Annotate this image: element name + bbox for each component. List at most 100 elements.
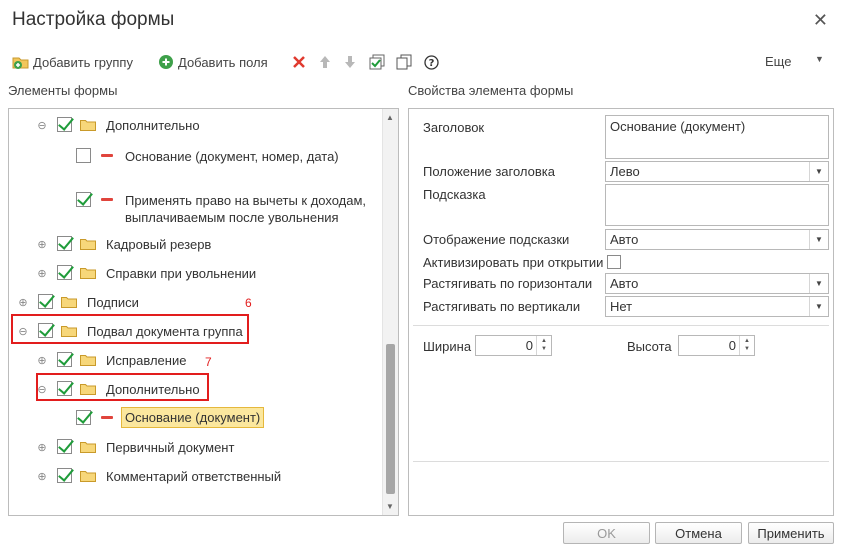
scroll-down-icon[interactable]: ▼ [386,502,394,511]
field-icon [101,198,113,201]
heading-position-value: Лево [610,164,640,179]
properties-panel: Заголовок Основание (документ) Положение… [408,108,834,516]
tree-row-label: Основание (документ, номер, дата) [125,149,339,164]
tree-row-label: Кадровый резерв [106,237,212,252]
annotation-box-6 [11,314,249,344]
move-down-icon[interactable] [340,52,360,72]
spinner-buttons[interactable]: ▲ ▼ [739,336,754,355]
tree-row-checkbox[interactable] [57,468,72,483]
annotation-marker-6: 6 [245,296,252,310]
ok-button[interactable]: OK [563,522,650,544]
apply-button[interactable]: Применить [748,522,834,544]
toolbar: Добавить группу Добавить поля ? Еще ▼ [0,50,842,74]
stretch-h-label: Растягивать по горизонтали [423,276,593,291]
heading-label: Заголовок [423,120,485,135]
window-title: Настройка формы [12,9,175,30]
dropdown-icon[interactable]: ▼ [809,162,828,181]
folder-icon [80,120,96,131]
form-elements-tree[interactable]: ⊖ Дополнительно Основание (документ, ном… [8,108,399,516]
scroll-up-icon[interactable]: ▲ [386,113,394,122]
check-all-icon[interactable] [367,52,387,72]
expand-icon[interactable]: ⊕ [37,470,47,484]
expand-icon[interactable]: ⊕ [37,354,47,368]
divider [413,461,829,462]
tree-row[interactable]: ⊖ Дополнительно [9,114,379,142]
heading-input[interactable]: Основание (документ) [605,115,829,159]
height-spinner[interactable]: 0 ▲ ▼ [678,335,755,356]
more-dropdown-icon[interactable]: ▼ [815,54,824,64]
svg-text:?: ? [428,58,434,69]
spin-up-icon[interactable]: ▲ [744,338,750,344]
tree-row-selected[interactable]: Основание (документ) [9,407,379,435]
dropdown-icon[interactable]: ▼ [809,274,828,293]
folder-icon [80,239,96,250]
tree-row-checkbox[interactable] [57,352,72,367]
add-fields-button[interactable]: Добавить поля [158,50,268,74]
dropdown-icon[interactable]: ▼ [809,297,828,316]
props-header: Свойства элемента формы [408,83,574,98]
tree-row-checkbox[interactable] [76,410,91,425]
heading-position-select[interactable]: Лево ▼ [605,161,829,182]
expand-icon[interactable]: ⊕ [37,238,47,252]
tree-row-checkbox[interactable] [57,236,72,251]
field-icon [101,416,113,419]
tree-row[interactable]: ⊕ Кадровый резерв [9,233,379,261]
more-button[interactable]: Еще [765,54,791,69]
activate-checkbox[interactable] [607,255,621,269]
tree-row-label: Применять право на вычеты к доходам, вып… [125,193,367,225]
tree-scrollbar[interactable]: ▲ ▼ [382,109,398,515]
spin-down-icon[interactable]: ▼ [541,346,547,352]
tree-row-checkbox[interactable] [57,439,72,454]
hint-display-value: Авто [610,232,639,247]
tree-row[interactable]: ⊕ Справки при увольнении [9,262,379,290]
tree-row-checkbox[interactable] [57,265,72,280]
tree-row[interactable]: ⊕ Комментарий ответственный [9,465,379,493]
close-icon[interactable]: ✕ [813,10,828,31]
tree-header: Элементы формы [8,83,118,98]
folder-icon [80,355,96,366]
collapse-icon[interactable]: ⊖ [37,119,47,133]
hint-input[interactable] [605,184,829,226]
annotation-marker-7: 7 [205,355,212,369]
tree-row-label: Исправление [106,353,187,368]
tree-row[interactable]: Применять право на вычеты к доходам, вып… [9,189,379,229]
stretch-h-value: Авто [610,276,639,291]
divider [413,325,829,326]
add-fields-label: Добавить поля [178,54,268,70]
tree-row-checkbox[interactable] [76,148,91,163]
width-spinner[interactable]: 0 ▲ ▼ [475,335,552,356]
tree-row-checkbox[interactable] [76,192,91,207]
stretch-h-select[interactable]: Авто ▼ [605,273,829,294]
folder-icon [80,268,96,279]
tree-row-label: Дополнительно [106,118,200,133]
hint-display-label: Отображение подсказки [423,232,570,247]
heading-position-label: Положение заголовка [423,164,555,179]
tree-row-checkbox[interactable] [57,117,72,132]
folder-icon [61,297,77,308]
tree-row-checkbox[interactable] [38,294,53,309]
move-up-icon[interactable] [315,52,335,72]
add-group-button[interactable]: Добавить группу [12,50,133,74]
hint-display-select[interactable]: Авто ▼ [605,229,829,250]
add-group-label: Добавить группу [33,54,133,70]
expand-icon[interactable]: ⊕ [37,267,47,281]
expand-icon[interactable]: ⊕ [18,296,28,310]
expand-icon[interactable]: ⊕ [37,441,47,455]
dropdown-icon[interactable]: ▼ [809,230,828,249]
folder-icon [80,442,96,453]
copy-icon[interactable] [394,52,414,72]
cancel-button[interactable]: Отмена [655,522,742,544]
width-label: Ширина [423,339,472,354]
delete-icon[interactable] [289,52,309,72]
tree-row[interactable]: Основание (документ, номер, дата) [9,145,379,185]
help-icon[interactable]: ? [421,52,441,72]
stretch-v-select[interactable]: Нет ▼ [605,296,829,317]
stretch-v-label: Растягивать по вертикали [423,299,581,314]
spinner-buttons[interactable]: ▲ ▼ [536,336,551,355]
tree-row-label: Подписи [87,295,139,310]
spin-up-icon[interactable]: ▲ [541,338,547,344]
scroll-thumb[interactable] [386,344,395,494]
height-label: Высота [627,339,672,354]
spin-down-icon[interactable]: ▼ [744,346,750,352]
tree-row[interactable]: ⊕ Первичный документ [9,436,379,464]
